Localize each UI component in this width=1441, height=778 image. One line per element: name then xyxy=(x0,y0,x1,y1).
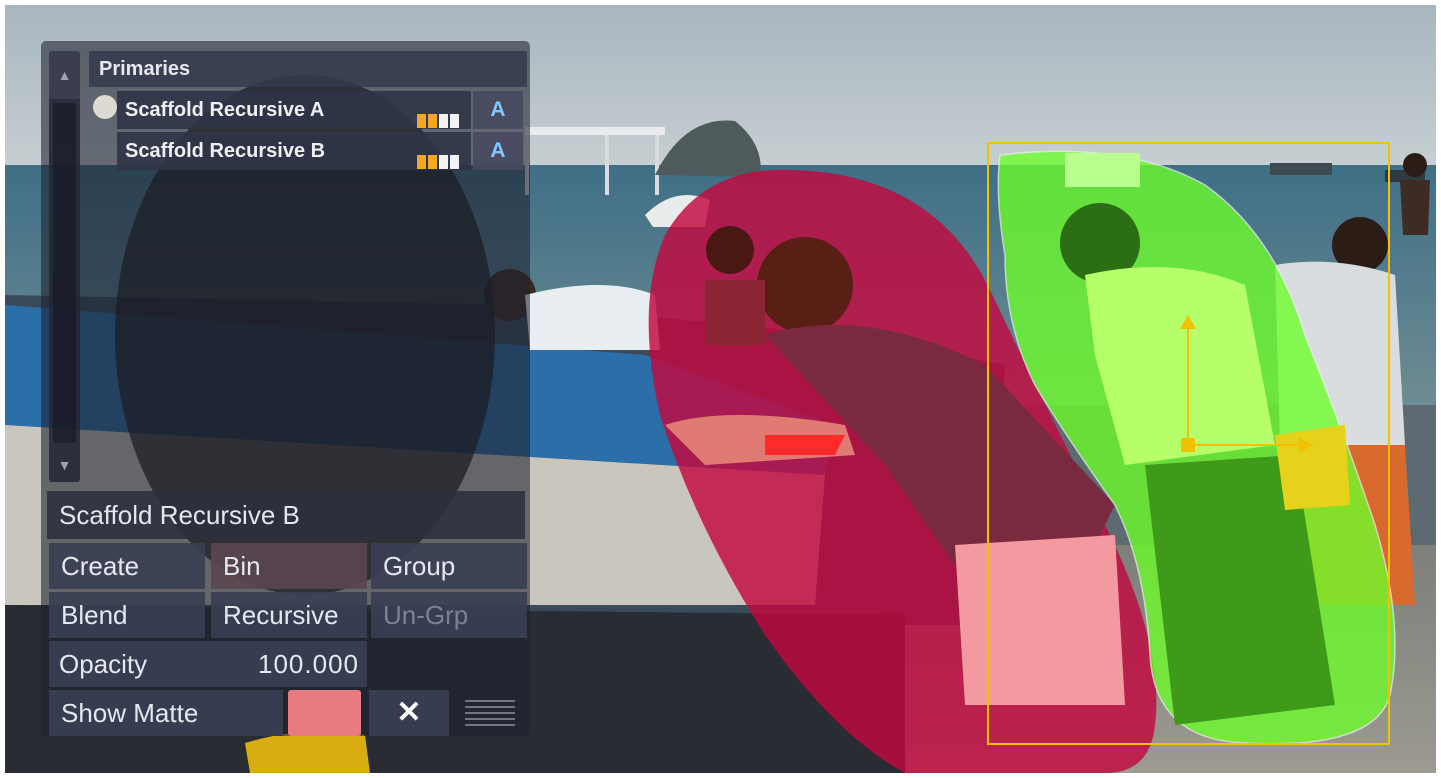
drag-handle-icon[interactable] xyxy=(465,697,515,729)
active-layer-indicator-icon xyxy=(93,95,117,119)
opacity-field[interactable]: Opacity 100.000 xyxy=(49,641,367,687)
ungroup-button[interactable]: Un-Grp xyxy=(371,592,527,638)
layer-a-blend-badge[interactable]: A xyxy=(473,91,523,129)
scroll-down-arrow-icon[interactable]: ▼ xyxy=(49,449,80,482)
primaries-panel: ▲ ▼ Primaries Scaffold Recursive A A Sca… xyxy=(41,41,530,736)
matte-color-swatch[interactable] xyxy=(288,690,361,736)
scroll-up-arrow-icon[interactable]: ▲ xyxy=(49,51,80,99)
close-icon[interactable]: ✕ xyxy=(369,690,449,736)
primaries-header: Primaries xyxy=(89,51,527,87)
group-button[interactable]: Group xyxy=(371,543,527,589)
current-layer-name-field[interactable]: Scaffold Recursive B xyxy=(47,491,525,539)
opacity-value[interactable]: 100.000 xyxy=(258,641,359,687)
layer-color-swatch-icon xyxy=(417,103,463,128)
layer-color-swatch-icon xyxy=(417,144,463,169)
layer-scrollbar[interactable]: ▲ ▼ xyxy=(49,51,80,482)
show-matte-button[interactable]: Show Matte xyxy=(49,690,283,736)
layer-name: Scaffold Recursive B xyxy=(125,140,326,162)
layer-row-scaffold-recursive-b[interactable]: Scaffold Recursive B xyxy=(117,132,471,170)
opacity-label: Opacity xyxy=(59,649,148,679)
blend-button[interactable]: Blend xyxy=(49,592,205,638)
create-button[interactable]: Create xyxy=(49,543,205,589)
layer-b-blend-badge[interactable]: A xyxy=(473,132,523,170)
recursive-button[interactable]: Recursive xyxy=(211,592,367,638)
layer-row-scaffold-recursive-a[interactable]: Scaffold Recursive A xyxy=(117,91,471,129)
layer-name: Scaffold Recursive A xyxy=(125,99,325,121)
bin-button[interactable]: Bin xyxy=(211,543,367,589)
scroll-track[interactable] xyxy=(53,103,76,443)
viewer[interactable]: ▲ ▼ Primaries Scaffold Recursive A A Sca… xyxy=(5,5,1436,773)
